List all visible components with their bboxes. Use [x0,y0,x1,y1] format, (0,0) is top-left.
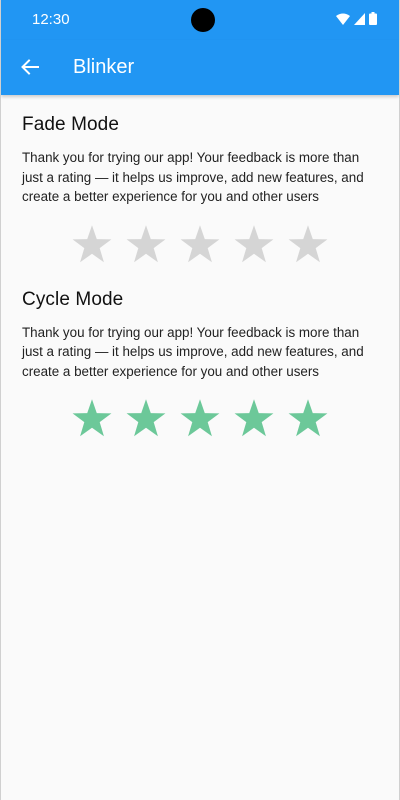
status-time: 12:30 [32,11,70,28]
phone-screen: 12:30 Blinker Fade Mode Thank you for tr… [0,0,400,800]
status-icons [336,12,377,25]
back-arrow-icon [21,59,39,75]
star-icon[interactable] [232,223,276,267]
star-icon[interactable] [232,397,276,441]
cycle-mode-section: Cycle Mode Thank you for trying our app!… [22,289,378,442]
star-icon[interactable] [124,397,168,441]
star-icon[interactable] [70,223,114,267]
camera-cutout [191,8,215,32]
app-bar: Blinker [1,40,399,95]
main-content: Fade Mode Thank you for trying our app! … [1,114,399,441]
star-icon[interactable] [178,397,222,441]
rating-bar [22,397,378,441]
signal-icon [354,12,365,25]
star-icon[interactable] [286,397,330,441]
status-bar: 12:30 [1,0,399,40]
wifi-icon [336,13,350,25]
battery-icon [369,12,377,25]
star-icon[interactable] [70,397,114,441]
section-title: Cycle Mode [22,288,124,310]
star-icon[interactable] [178,223,222,267]
section-description: Thank you for trying our app! Your feedb… [22,324,364,379]
section-title: Fade Mode [22,114,120,135]
section-description: Thank you for trying our app! Your feedb… [22,150,364,204]
rating-bar [22,223,378,267]
star-icon[interactable] [124,223,168,267]
star-icon[interactable] [286,223,330,267]
fade-mode-section: Fade Mode Thank you for trying our app! … [22,114,378,267]
back-button[interactable] [15,52,45,82]
app-title: Blinker [73,56,135,78]
